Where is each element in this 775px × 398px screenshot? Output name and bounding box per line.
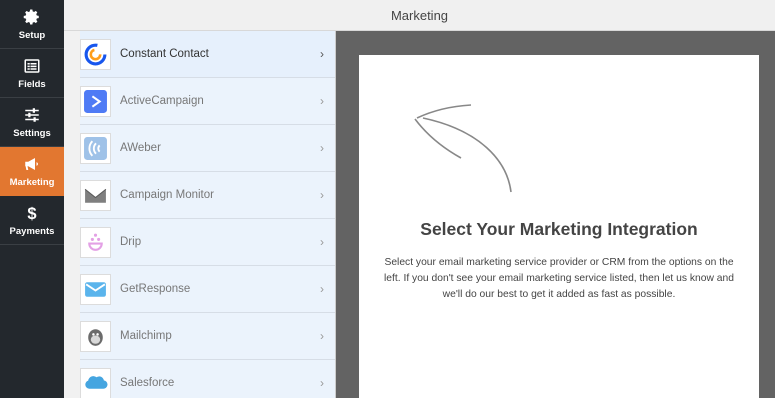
constant-contact-icon [80,38,111,70]
chevron-right-icon: › [320,47,324,61]
chevron-right-icon: › [320,329,324,343]
integration-panel: Select Your Marketing Integration Select… [359,55,759,398]
chevron-right-icon: › [320,141,324,155]
provider-item-activecampaign[interactable]: ActiveCampaign › [80,78,335,125]
sidebar-item-label: Payments [9,225,55,237]
provider-item-getresponse[interactable]: GetResponse › [80,266,335,313]
salesforce-icon [80,367,111,398]
campaign-monitor-icon [80,179,111,211]
chevron-right-icon: › [320,282,324,296]
provider-name: Campaign Monitor [120,189,214,201]
provider-name: Drip [120,236,142,248]
sidebar-item-label: Setup [18,29,46,41]
fields-icon [24,58,40,73]
gear-icon [23,9,39,24]
preview-area: Select Your Marketing Integration Select… [336,31,775,398]
svg-text:$: $ [27,205,36,222]
provider-name: ActiveCampaign [120,95,204,107]
provider-item-drip[interactable]: Drip › [80,219,335,266]
provider-name: AWeber [120,142,161,154]
aweber-icon [80,132,111,164]
provider-item-salesforce[interactable]: Salesforce › [80,360,335,398]
provider-name: Salesforce [120,377,175,389]
pointing-arrow-icon [414,104,512,193]
activecampaign-icon [80,85,111,117]
sidebar-item-label: Marketing [9,176,55,188]
getresponse-icon [80,273,111,305]
sidebar-item-settings[interactable]: Settings [0,98,64,147]
chevron-right-icon: › [320,188,324,202]
provider-name: GetResponse [120,283,191,295]
provider-item-mailchimp[interactable]: Mailchimp › [80,313,335,360]
sidebar-item-fields[interactable]: Fields [0,49,64,98]
page-title-bar: Marketing [64,0,775,31]
provider-item-aweber[interactable]: AWeber › [80,125,335,172]
megaphone-icon [25,157,38,170]
page-title: Marketing [390,7,449,23]
sidebar-item-setup[interactable]: Setup [0,0,64,49]
provider-item-constant-contact[interactable]: Constant Contact › [80,31,335,78]
sidebar-item-payments[interactable]: $ Payments [0,196,64,245]
panel-description: Select your email marketing service prov… [384,257,734,300]
dollar-icon: $ [27,205,36,222]
provider-item-campaign-monitor[interactable]: Campaign Monitor › [80,172,335,219]
provider-name: Constant Contact [120,48,209,60]
chevron-right-icon: › [320,94,324,108]
sidebar-item-label: Settings [13,127,51,139]
chevron-right-icon: › [320,376,324,390]
sliders-icon [25,107,39,122]
drip-icon [80,226,111,258]
mailchimp-icon [80,320,111,352]
chevron-right-icon: › [320,235,324,249]
builder-sidebar: Setup Fields Settings Marketing $ Paymen… [0,0,64,398]
panel-title: Select Your Marketing Integration [420,219,698,239]
sidebar-item-marketing[interactable]: Marketing [0,147,64,196]
sidebar-item-label: Fields [18,78,46,90]
provider-list: Constant Contact › ActiveCampaign › AWeb… [64,31,336,398]
provider-name: Mailchimp [120,330,172,342]
